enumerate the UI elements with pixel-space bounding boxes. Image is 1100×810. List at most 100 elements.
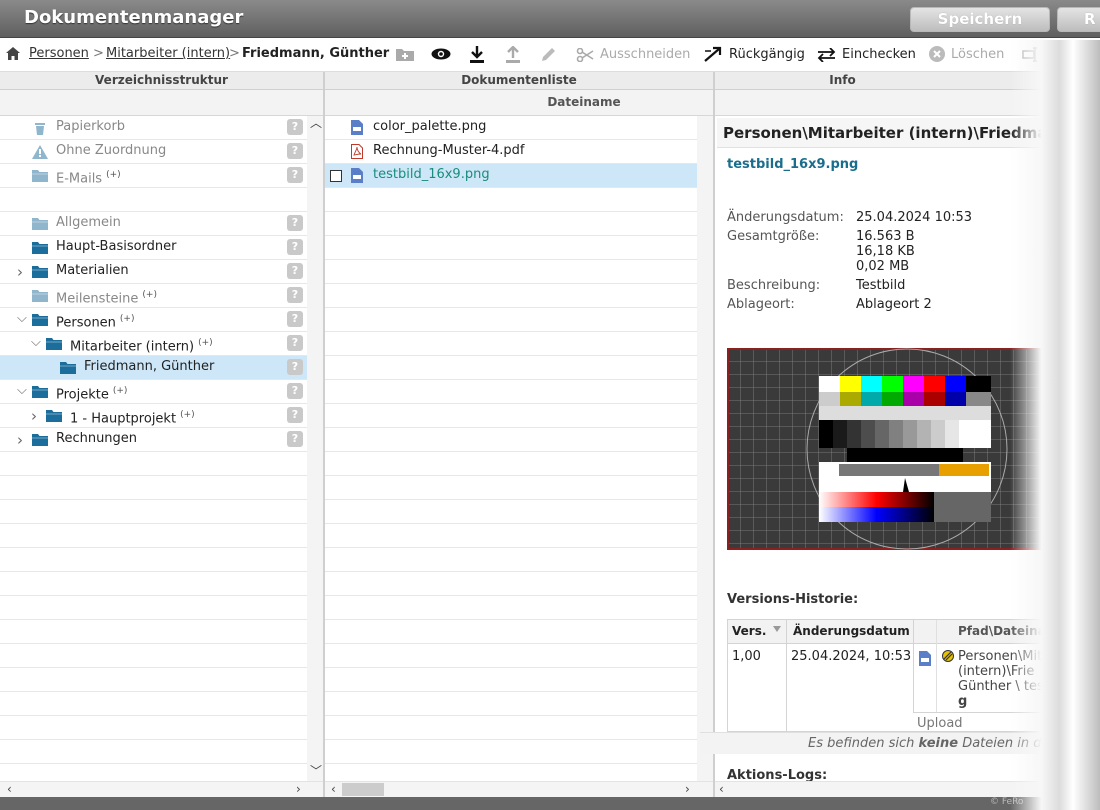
- warning-icon: [32, 145, 48, 159]
- undo-label: Rückgängig: [729, 47, 805, 62]
- date-column-header[interactable]: Änderungsdatum: [793, 624, 910, 638]
- tree-item[interactable]: Haupt-Basisordner?: [0, 236, 307, 260]
- image-preview[interactable]: [727, 348, 1067, 550]
- version-column-header[interactable]: Vers.: [732, 624, 766, 638]
- empty-row: [0, 692, 307, 716]
- tree-item-label: Projekte (+): [56, 386, 128, 403]
- document-name: color_palette.png: [373, 119, 487, 134]
- tree-item[interactable]: Meilensteine (+)?: [0, 284, 307, 308]
- empty-row: [325, 308, 697, 332]
- tree-item[interactable]: ⌵ Personen (+)?: [0, 308, 307, 332]
- document-name: Rechnung-Muster-4.pdf: [373, 143, 525, 158]
- delete-button[interactable]: Löschen: [929, 44, 1004, 66]
- tree-item-label: Mitarbeiter (intern) (+): [70, 338, 213, 355]
- help-icon[interactable]: ?: [287, 407, 303, 423]
- help-icon[interactable]: ?: [287, 335, 303, 351]
- scroll-left-arrow[interactable]: ‹: [7, 782, 12, 796]
- tree-item-suffix: (+): [112, 386, 128, 396]
- tree-horizontal-scrollbar[interactable]: ‹ ›: [0, 781, 323, 797]
- upload-icon[interactable]: [505, 46, 521, 63]
- empty-row: [325, 188, 697, 212]
- tree-pane: Papierkorb? Ohne Zuordnung? E-Mails (+)? All…: [0, 116, 323, 781]
- help-icon[interactable]: ?: [287, 311, 303, 327]
- filename-column-header[interactable]: Dateiname: [325, 90, 713, 116]
- notice-text: Dateien in der Z: [958, 736, 1068, 751]
- tree-item[interactable]: Ohne Zuordnung?: [0, 140, 307, 164]
- help-icon[interactable]: ?: [287, 383, 303, 399]
- home-icon[interactable]: [6, 47, 20, 60]
- secondary-button[interactable]: R: [1057, 7, 1100, 32]
- tree-item-label: 1 - Hauptprojekt (+): [70, 410, 195, 427]
- document-row[interactable]: testbild_16x9.png: [325, 164, 697, 188]
- tree-item-label: Allgemein: [56, 215, 121, 230]
- pane-splitter[interactable]: [713, 72, 715, 797]
- help-icon[interactable]: ?: [287, 239, 303, 255]
- help-icon[interactable]: ?: [287, 287, 303, 303]
- scroll-right-arrow[interactable]: ›: [685, 782, 690, 796]
- tree-item[interactable]: Papierkorb?: [0, 116, 307, 140]
- tree-item[interactable]: E-Mails (+)?: [0, 164, 307, 188]
- expand-chevron-icon[interactable]: ›: [17, 261, 23, 283]
- help-icon[interactable]: ?: [287, 263, 303, 279]
- download-icon[interactable]: [469, 46, 485, 63]
- new-folder-icon[interactable]: [396, 47, 414, 61]
- modified-value: 25.04.2024 10:53: [856, 210, 973, 225]
- document-row[interactable]: color_palette.png: [325, 116, 697, 140]
- tree-item[interactable]: Allgemein?: [0, 212, 307, 236]
- tree-item[interactable]: ⌵ Projekte (+)?: [0, 380, 307, 404]
- path-column-header[interactable]: Pfad\Dateinam: [958, 624, 1058, 638]
- checkin-button[interactable]: Einchecken: [817, 44, 916, 66]
- cut-button[interactable]: Ausschneiden: [576, 44, 690, 66]
- info-horizontal-scrollbar[interactable]: ‹: [715, 781, 1100, 797]
- expand-chevron-icon[interactable]: ›: [17, 429, 23, 451]
- tree-item[interactable]: [0, 188, 307, 212]
- scroll-down-arrow[interactable]: ﹀: [310, 764, 322, 778]
- title-bar: Dokumentenmanager Speichern R: [0, 0, 1100, 38]
- path-line: Günther \ test: [958, 679, 1049, 694]
- help-icon[interactable]: ?: [287, 431, 303, 447]
- tree-item[interactable]: › Rechnungen?: [0, 428, 307, 452]
- empty-row: [325, 740, 697, 764]
- empty-row: [325, 596, 697, 620]
- breadcrumb-mitarbeiter[interactable]: Mitarbeiter (intern): [106, 46, 230, 61]
- expand-chevron-icon[interactable]: ›: [31, 405, 37, 427]
- undo-icon: [704, 46, 722, 62]
- document-row[interactable]: Rechnung-Muster-4.pdf: [325, 140, 697, 164]
- help-icon[interactable]: ?: [287, 143, 303, 159]
- empty-files-notice: Es befinden sich keine Dateien in der Z: [700, 732, 1100, 754]
- help-icon[interactable]: ?: [287, 167, 303, 183]
- scroll-right-arrow[interactable]: ›: [296, 782, 301, 796]
- sort-dropdown-icon[interactable]: [772, 625, 782, 633]
- tree-item[interactable]: Friedmann, Günther?: [0, 356, 307, 380]
- modified-label: Änderungsdatum:: [727, 210, 844, 225]
- breadcrumb-current: Friedmann, Günther: [242, 46, 390, 61]
- path-line: (intern)\Frie: [958, 664, 1035, 679]
- help-icon[interactable]: ?: [287, 119, 303, 135]
- breadcrumb-personen[interactable]: Personen: [29, 46, 89, 61]
- tree-item[interactable]: ⌵ Mitarbeiter (intern) (+)?: [0, 332, 307, 356]
- delete-label: Löschen: [951, 47, 1005, 62]
- tree-vertical-scrollbar[interactable]: ︿ ﹀: [307, 116, 323, 781]
- view-icon[interactable]: [431, 48, 451, 60]
- collapse-chevron-icon[interactable]: ⌵: [31, 332, 41, 354]
- tree-item[interactable]: › 1 - Hauptprojekt (+)?: [0, 404, 307, 428]
- tree-item[interactable]: › Materialien?: [0, 260, 307, 284]
- scroll-thumb[interactable]: [342, 783, 384, 796]
- scroll-left-arrow[interactable]: ‹: [331, 782, 336, 796]
- undo-button[interactable]: Rückgängig: [704, 44, 805, 66]
- collapse-chevron-icon[interactable]: ⌵: [17, 308, 27, 330]
- edit-icon[interactable]: [540, 46, 557, 63]
- scroll-left-arrow[interactable]: ‹: [719, 782, 724, 796]
- folder-icon: [32, 314, 48, 326]
- tree-item-suffix: (+): [142, 290, 157, 300]
- row-checkbox[interactable]: [330, 170, 342, 182]
- help-icon[interactable]: ?: [287, 215, 303, 231]
- rename-button[interactable]: Umbenen: [1022, 44, 1100, 66]
- documents-vertical-scrollbar[interactable]: [697, 116, 713, 781]
- documents-horizontal-scrollbar[interactable]: ‹ ›: [325, 781, 713, 797]
- info-filename[interactable]: testbild_16x9.png: [727, 157, 858, 172]
- scroll-up-arrow[interactable]: ︿: [310, 116, 322, 130]
- help-icon[interactable]: ?: [287, 359, 303, 375]
- collapse-chevron-icon[interactable]: ⌵: [17, 380, 27, 402]
- save-button[interactable]: Speichern: [910, 7, 1050, 32]
